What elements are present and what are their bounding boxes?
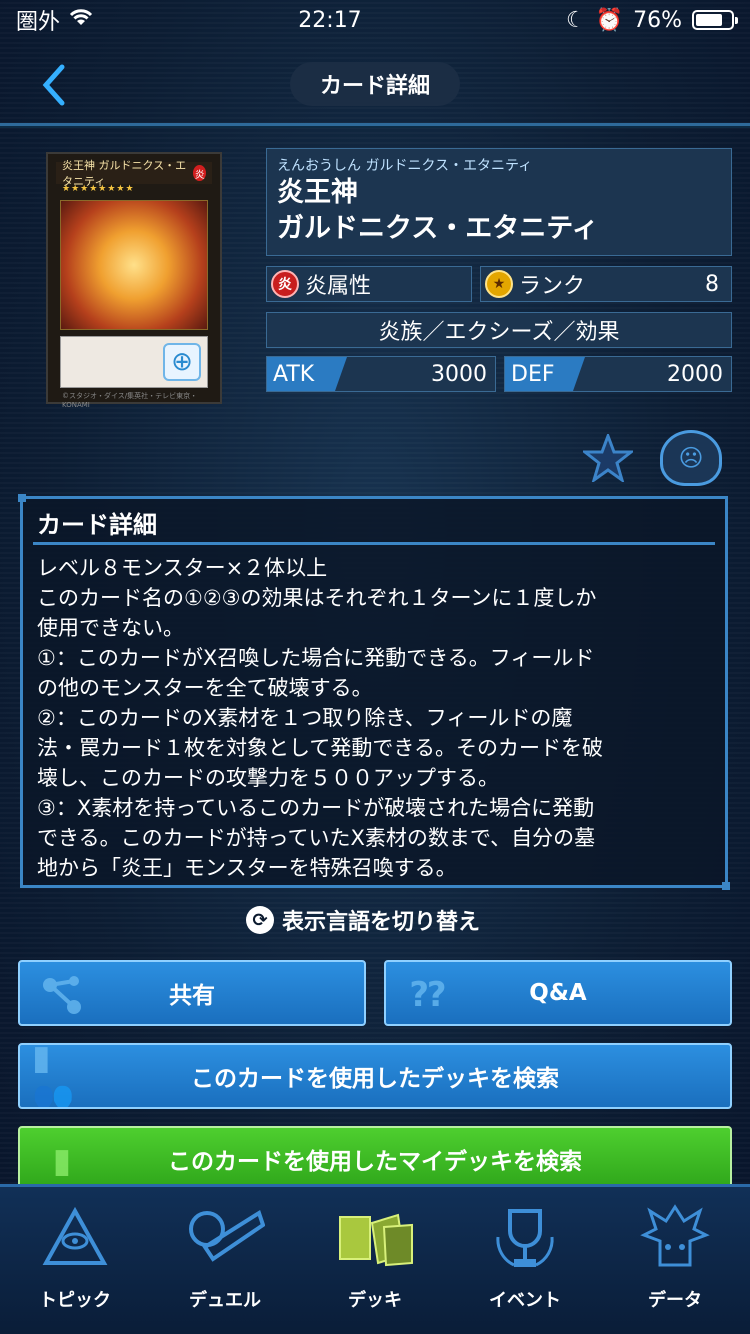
qa-card-icon: ⁇ [410, 975, 446, 1015]
bottom-nav: トピック デュエル デッキ イベント データ [0, 1184, 750, 1334]
header: カード詳細 [0, 48, 750, 126]
rank-star-icon: ★ [485, 270, 513, 298]
deck-users-icon: ▮👥 [32, 1043, 75, 1109]
nav-event-label: イベント [489, 1290, 561, 1311]
card-image-attribute: 炎 [193, 165, 206, 181]
wifi-icon [68, 7, 94, 33]
status-bar: 圏外 22:17 ☾ ⏰ 76% [0, 0, 750, 40]
card-image-name-strip: 炎王神 ガルドニクス・エタニティ 炎 [56, 159, 212, 188]
battery-percent: 76% [633, 7, 682, 33]
character-icon [632, 1198, 718, 1278]
chevron-left-icon [42, 64, 65, 106]
pot-of-greed-icon[interactable]: ☹ [660, 430, 722, 486]
nav-deck-label: デッキ [348, 1290, 402, 1311]
description-line: できる。このカードが持っていたX素材の数まで、自分の墓 [37, 826, 596, 850]
def-value: 2000 [667, 361, 723, 387]
card-name-line1: 炎王神 [277, 177, 358, 208]
nav-duel-label: デュエル [189, 1290, 261, 1311]
card-description: カード詳細 レベル８モンスター×２体以上 このカード名の①②③の効果はそれぞれ１… [18, 494, 730, 890]
back-button[interactable] [34, 58, 74, 112]
nav-duel[interactable]: デュエル [150, 1187, 300, 1334]
nav-data-label: データ [648, 1290, 702, 1311]
nav-topics-label: トピック [39, 1290, 111, 1311]
my-deck-icon: ▮ [52, 1141, 72, 1181]
card-name-box: えんおうしん ガルドニクス・エタニティ 炎王神 ガルドニクス・エタニティ [266, 148, 732, 256]
description-line: 地から「炎王」モンスターを特殊召喚する。 [37, 856, 457, 880]
share-label: 共有 [169, 983, 215, 1009]
description-line: ②：このカードのX素材を１つ取り除き、フィールドの魔 [37, 706, 573, 730]
def-box: DEF 2000 [504, 356, 732, 392]
description-title: カード詳細 [33, 505, 715, 545]
card-name-line2: ガルドニクス・エタニティ [277, 213, 599, 244]
description-line: の他のモンスターを全て破壊する。 [37, 676, 373, 700]
battery-fill [696, 14, 722, 26]
attribute-label: 炎属性 [305, 274, 372, 299]
rank-value: 8 [705, 271, 719, 297]
card-type: 炎族／エクシーズ／効果 [266, 312, 732, 348]
duel-disk-icon [182, 1198, 268, 1278]
page-title: カード詳細 [290, 62, 460, 106]
description-line: ①：このカードがX召喚した場合に発動できる。フィールド [37, 646, 595, 670]
atk-box: ATK 3000 [266, 356, 496, 392]
card-text-box: ⊕ [60, 336, 208, 388]
language-toggle[interactable]: ⟳ 表示言語を切り替え [246, 902, 480, 938]
description-line: レベル８モンスター×２体以上 [37, 556, 328, 580]
description-line: 壊し、このカードの攻撃力を５００アップする。 [37, 766, 499, 790]
nav-topics[interactable]: トピック [0, 1187, 150, 1334]
card-artwork [60, 200, 208, 330]
atk-label: ATK [267, 357, 347, 391]
carrier-label: 圏外 [16, 10, 61, 35]
trophy-icon [482, 1198, 568, 1278]
favorite-star-icon[interactable] [582, 432, 634, 484]
share-icon [32, 968, 92, 1022]
search-deck-label: このカードを使用したデッキを検索 [191, 1066, 559, 1092]
battery-icon [692, 10, 738, 30]
millennium-eye-icon [32, 1198, 118, 1278]
moon-icon: ☾ [565, 7, 586, 33]
atk-value: 3000 [431, 361, 487, 387]
language-toggle-label: 表示言語を切り替え [282, 910, 481, 935]
description-line: ③：X素材を持っているこのカードが破壊された場合に発動 [37, 796, 595, 820]
qa-label: Q&A [529, 980, 587, 1006]
refresh-icon: ⟳ [246, 906, 274, 934]
fire-attribute-icon: 炎 [271, 270, 299, 298]
card-name-ruby: えんおうしん ガルドニクス・エタニティ [277, 158, 533, 174]
attribute-box: 炎 炎属性 [266, 266, 472, 302]
alarm-icon: ⏰ [595, 7, 624, 33]
description-line: このカード名の①②③の効果はそれぞれ１ターンに１度しか [37, 586, 597, 610]
deck-cards-icon [332, 1198, 418, 1278]
nav-event[interactable]: イベント [450, 1187, 600, 1334]
nav-deck[interactable]: デッキ [300, 1187, 450, 1334]
search-mydeck-button[interactable]: ▮ このカードを使用したマイデッキを検索 [18, 1126, 732, 1192]
def-label: DEF [505, 357, 585, 391]
description-line: 使用できない。 [37, 616, 184, 640]
nav-data[interactable]: データ [600, 1187, 750, 1334]
rank-label: ランク [519, 274, 586, 299]
share-button[interactable]: 共有 [18, 960, 366, 1026]
qa-button[interactable]: ⁇ Q&A [384, 960, 732, 1026]
search-deck-button[interactable]: ▮👥 このカードを使用したデッキを検索 [18, 1043, 732, 1109]
rank-box: ★ ランク 8 [480, 266, 732, 302]
zoom-icon[interactable]: ⊕ [163, 343, 201, 381]
card-image[interactable]: 炎王神 ガルドニクス・エタニティ 炎 ★★★★★★★★ ⊕ ©スタジオ・ダイス/… [46, 152, 222, 409]
description-line: 法・罠カード１枚を対象として発動できる。そのカードを破 [37, 736, 603, 760]
search-mydeck-label: このカードを使用したマイデッキを検索 [168, 1149, 582, 1175]
card-copyright: ©スタジオ・ダイス/集英社・テレビ東京・KONAMI [62, 392, 198, 409]
clock: 22:17 [298, 7, 362, 33]
